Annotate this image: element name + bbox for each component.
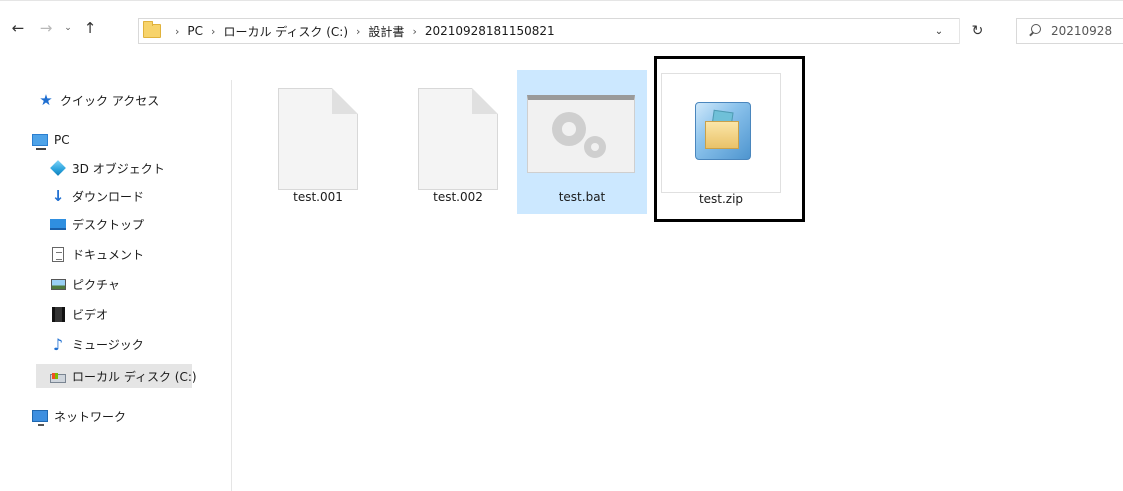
sidebar-item-documents[interactable]: ドキュメント [50,242,144,266]
film-icon [50,306,66,322]
computer-icon [32,132,48,150]
sidebar-item-label: ドキュメント [72,247,145,262]
cube-icon [50,160,66,176]
sidebar-item-downloads[interactable]: ↓ ダウンロード [50,184,144,208]
refresh-icon[interactable]: ↻ [959,18,995,44]
address-bar[interactable]: › PC › ローカル ディスク (C:) › 設計書 › 2021092818… [138,18,960,44]
blank-file-icon [418,88,498,190]
forward-arrow-icon[interactable]: → [36,18,56,38]
breadcrumb-design-docs[interactable]: 設計書 [368,23,404,40]
picture-icon [50,276,66,292]
batch-file-icon [527,95,635,173]
file-name: test.bat [558,190,606,204]
navigation-pane: ★ クイック アクセス PC 3D オブジェクト ↓ ダウンロード デスクトップ… [0,80,232,491]
sidebar-item-label: ピクチャ [72,277,120,292]
sidebar-item-label: ローカル ディスク (C:) [72,369,197,384]
sidebar-item-3d-objects[interactable]: 3D オブジェクト [50,156,165,180]
breadcrumb-current-folder[interactable]: 20210928181150821 [425,24,555,38]
network-icon [32,408,48,426]
back-arrow-icon[interactable]: ← [8,18,28,38]
sidebar-item-music[interactable]: ♪ ミュージック [50,332,144,356]
chevron-down-icon[interactable]: ⌄ [61,18,75,38]
sidebar-item-desktop[interactable]: デスクトップ [50,212,144,236]
gear-icon [552,112,586,146]
sidebar-item-network[interactable]: ネットワーク [32,404,126,428]
navigation-bar: ← → ⌄ ↑ › PC › ローカル ディスク (C:) › 設計書 › 20… [0,8,1123,48]
chevron-right-icon[interactable]: › [211,25,215,38]
up-arrow-icon[interactable]: ↑ [80,18,100,38]
breadcrumb-local-disk[interactable]: ローカル ディスク (C:) [223,23,348,40]
blank-file-icon [278,88,358,190]
file-name: test.001 [293,190,343,204]
search-icon [1027,24,1041,38]
file-item-test-bat[interactable]: test.bat [517,70,647,214]
annotation-highlight-box [654,56,805,222]
document-icon [50,246,66,262]
desktop-icon [50,216,66,232]
file-name: test.002 [433,190,483,204]
breadcrumb-pc[interactable]: PC [187,24,203,38]
sidebar-item-label: クイック アクセス [60,93,160,108]
search-text: 20210928 [1051,24,1113,38]
sidebar-item-label: ビデオ [72,307,109,322]
star-icon: ★ [39,91,53,109]
sidebar-item-label: PC [54,133,70,147]
search-input[interactable]: 20210928 [1016,18,1123,44]
sidebar-item-label: デスクトップ [72,217,145,232]
sidebar-item-videos[interactable]: ビデオ [50,302,108,326]
sidebar-item-quick-access[interactable]: ★ クイック アクセス [38,88,159,112]
window-top-border [0,0,1123,1]
sidebar-item-local-disk[interactable]: ローカル ディスク (C:) [36,364,197,388]
folder-icon [143,21,161,38]
sidebar-item-label: 3D オブジェクト [72,161,165,176]
gear-icon [584,136,606,158]
chevron-right-icon[interactable]: › [175,25,179,38]
file-item-test-002[interactable]: test.002 [393,70,523,214]
sidebar-item-label: ミュージック [72,337,144,352]
sidebar-item-label: ネットワーク [54,409,127,424]
chevron-right-icon[interactable]: › [356,25,360,38]
sidebar-item-pictures[interactable]: ピクチャ [50,272,120,296]
sidebar-item-pc[interactable]: PC [32,128,70,152]
drive-icon [50,368,66,384]
file-item-test-001[interactable]: test.001 [253,70,383,214]
chevron-right-icon[interactable]: › [412,25,416,38]
music-note-icon: ♪ [52,334,64,354]
sidebar-item-label: ダウンロード [72,189,145,204]
file-list: test.001 test.002 test.bat test.zip [233,56,1123,491]
address-dropdown-icon[interactable]: ⌄ [920,18,958,44]
download-arrow-icon: ↓ [51,187,65,205]
